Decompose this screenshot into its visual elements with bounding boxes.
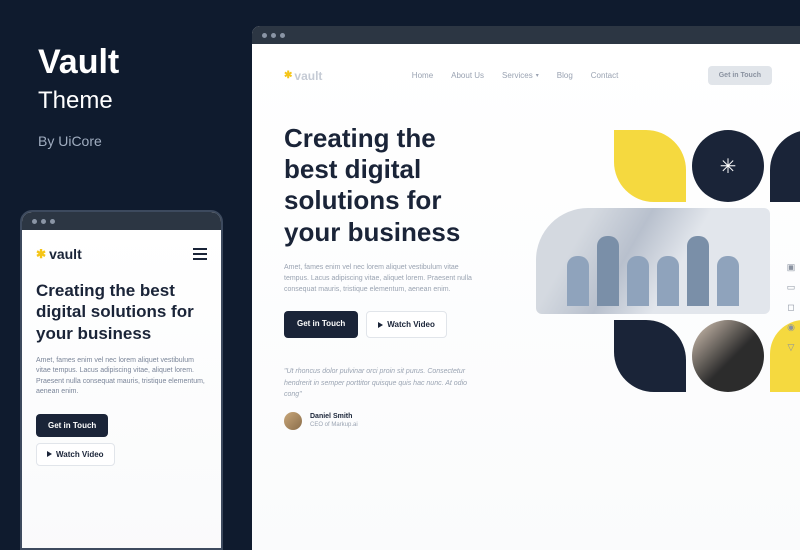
mobile-headline: Creating the best digital solutions for … bbox=[36, 280, 207, 344]
nav-contact[interactable]: Contact bbox=[591, 71, 619, 80]
cart-icon[interactable]: ▽ bbox=[786, 342, 796, 352]
device-icon[interactable]: ▭ bbox=[786, 282, 796, 292]
window-dot-icon bbox=[41, 219, 46, 224]
window-dot-icon bbox=[271, 33, 276, 38]
layers-icon[interactable]: ▣ bbox=[786, 262, 796, 272]
mobile-preview: ✱ vault Creating the best digital soluti… bbox=[20, 210, 223, 550]
play-icon bbox=[47, 451, 52, 457]
dark-leaf-shape bbox=[614, 320, 686, 392]
testimonial-quote: "Ut rhoncus dolor pulvinar orci proin si… bbox=[284, 366, 484, 400]
hero-headline: Creating the best digital solutions for … bbox=[284, 123, 494, 248]
mobile-body: Amet, fames enim vel nec lorem aliquet v… bbox=[36, 356, 207, 398]
side-toolbar: ▣ ▭ ◻ ◉ ▽ bbox=[786, 262, 796, 352]
logo-text: vault bbox=[294, 69, 322, 83]
logo-text: vault bbox=[49, 246, 82, 262]
desktop-logo[interactable]: ✱ vault bbox=[284, 69, 322, 83]
testimonial-author: Daniel Smith CEO of Markup.ai bbox=[284, 412, 494, 430]
person-avatar bbox=[692, 320, 764, 392]
hero-graphic: ✳ bbox=[530, 130, 800, 420]
mobile-logo[interactable]: ✱ vault bbox=[36, 246, 82, 262]
dark-circle-shape: ✳ bbox=[692, 130, 764, 202]
star-icon: ✱ bbox=[36, 247, 46, 261]
team-photo bbox=[536, 208, 770, 314]
nav-about[interactable]: About Us bbox=[451, 71, 484, 80]
desktop-preview: ✱ vault Home About Us Services▾ Blog Con… bbox=[252, 26, 800, 550]
play-icon bbox=[378, 322, 383, 328]
nav-cta-button[interactable]: Get in Touch bbox=[708, 66, 772, 85]
watch-video-button[interactable]: Watch Video bbox=[36, 443, 115, 466]
star-icon: ✱ bbox=[284, 70, 292, 81]
get-in-touch-button[interactable]: Get in Touch bbox=[284, 311, 358, 338]
watch-video-label: Watch Video bbox=[387, 320, 435, 329]
window-dot-icon bbox=[262, 33, 267, 38]
chevron-down-icon: ▾ bbox=[536, 72, 539, 79]
theme-subtitle: Theme bbox=[38, 87, 119, 115]
yellow-leaf-shape bbox=[614, 130, 686, 202]
window-dot-icon bbox=[32, 219, 37, 224]
window-dot-icon bbox=[50, 219, 55, 224]
window-dot-icon bbox=[280, 33, 285, 38]
theme-byline: By UiCore bbox=[38, 133, 119, 149]
mobile-window-bar bbox=[22, 212, 221, 230]
nav-services[interactable]: Services▾ bbox=[502, 71, 539, 80]
navbar: ✱ vault Home About Us Services▾ Blog Con… bbox=[284, 66, 772, 85]
theme-title: Vault bbox=[38, 45, 119, 79]
desktop-window-bar bbox=[252, 26, 800, 44]
settings-icon[interactable]: ◉ bbox=[786, 322, 796, 332]
chat-icon[interactable]: ◻ bbox=[786, 302, 796, 312]
author-role: CEO of Markup.ai bbox=[310, 422, 358, 428]
watch-video-label: Watch Video bbox=[56, 450, 104, 459]
watch-video-button[interactable]: Watch Video bbox=[366, 311, 447, 338]
nav-home[interactable]: Home bbox=[412, 71, 433, 80]
author-name: Daniel Smith bbox=[310, 413, 358, 420]
hero-body: Amet, fames enim vel nec lorem aliquet v… bbox=[284, 262, 474, 296]
nav-blog[interactable]: Blog bbox=[557, 71, 573, 80]
get-in-touch-button[interactable]: Get in Touch bbox=[36, 414, 108, 437]
author-avatar bbox=[284, 412, 302, 430]
hamburger-menu-icon[interactable] bbox=[193, 248, 207, 260]
theme-label-block: Vault Theme By UiCore bbox=[38, 45, 119, 149]
dark-leaf-shape bbox=[770, 130, 800, 202]
